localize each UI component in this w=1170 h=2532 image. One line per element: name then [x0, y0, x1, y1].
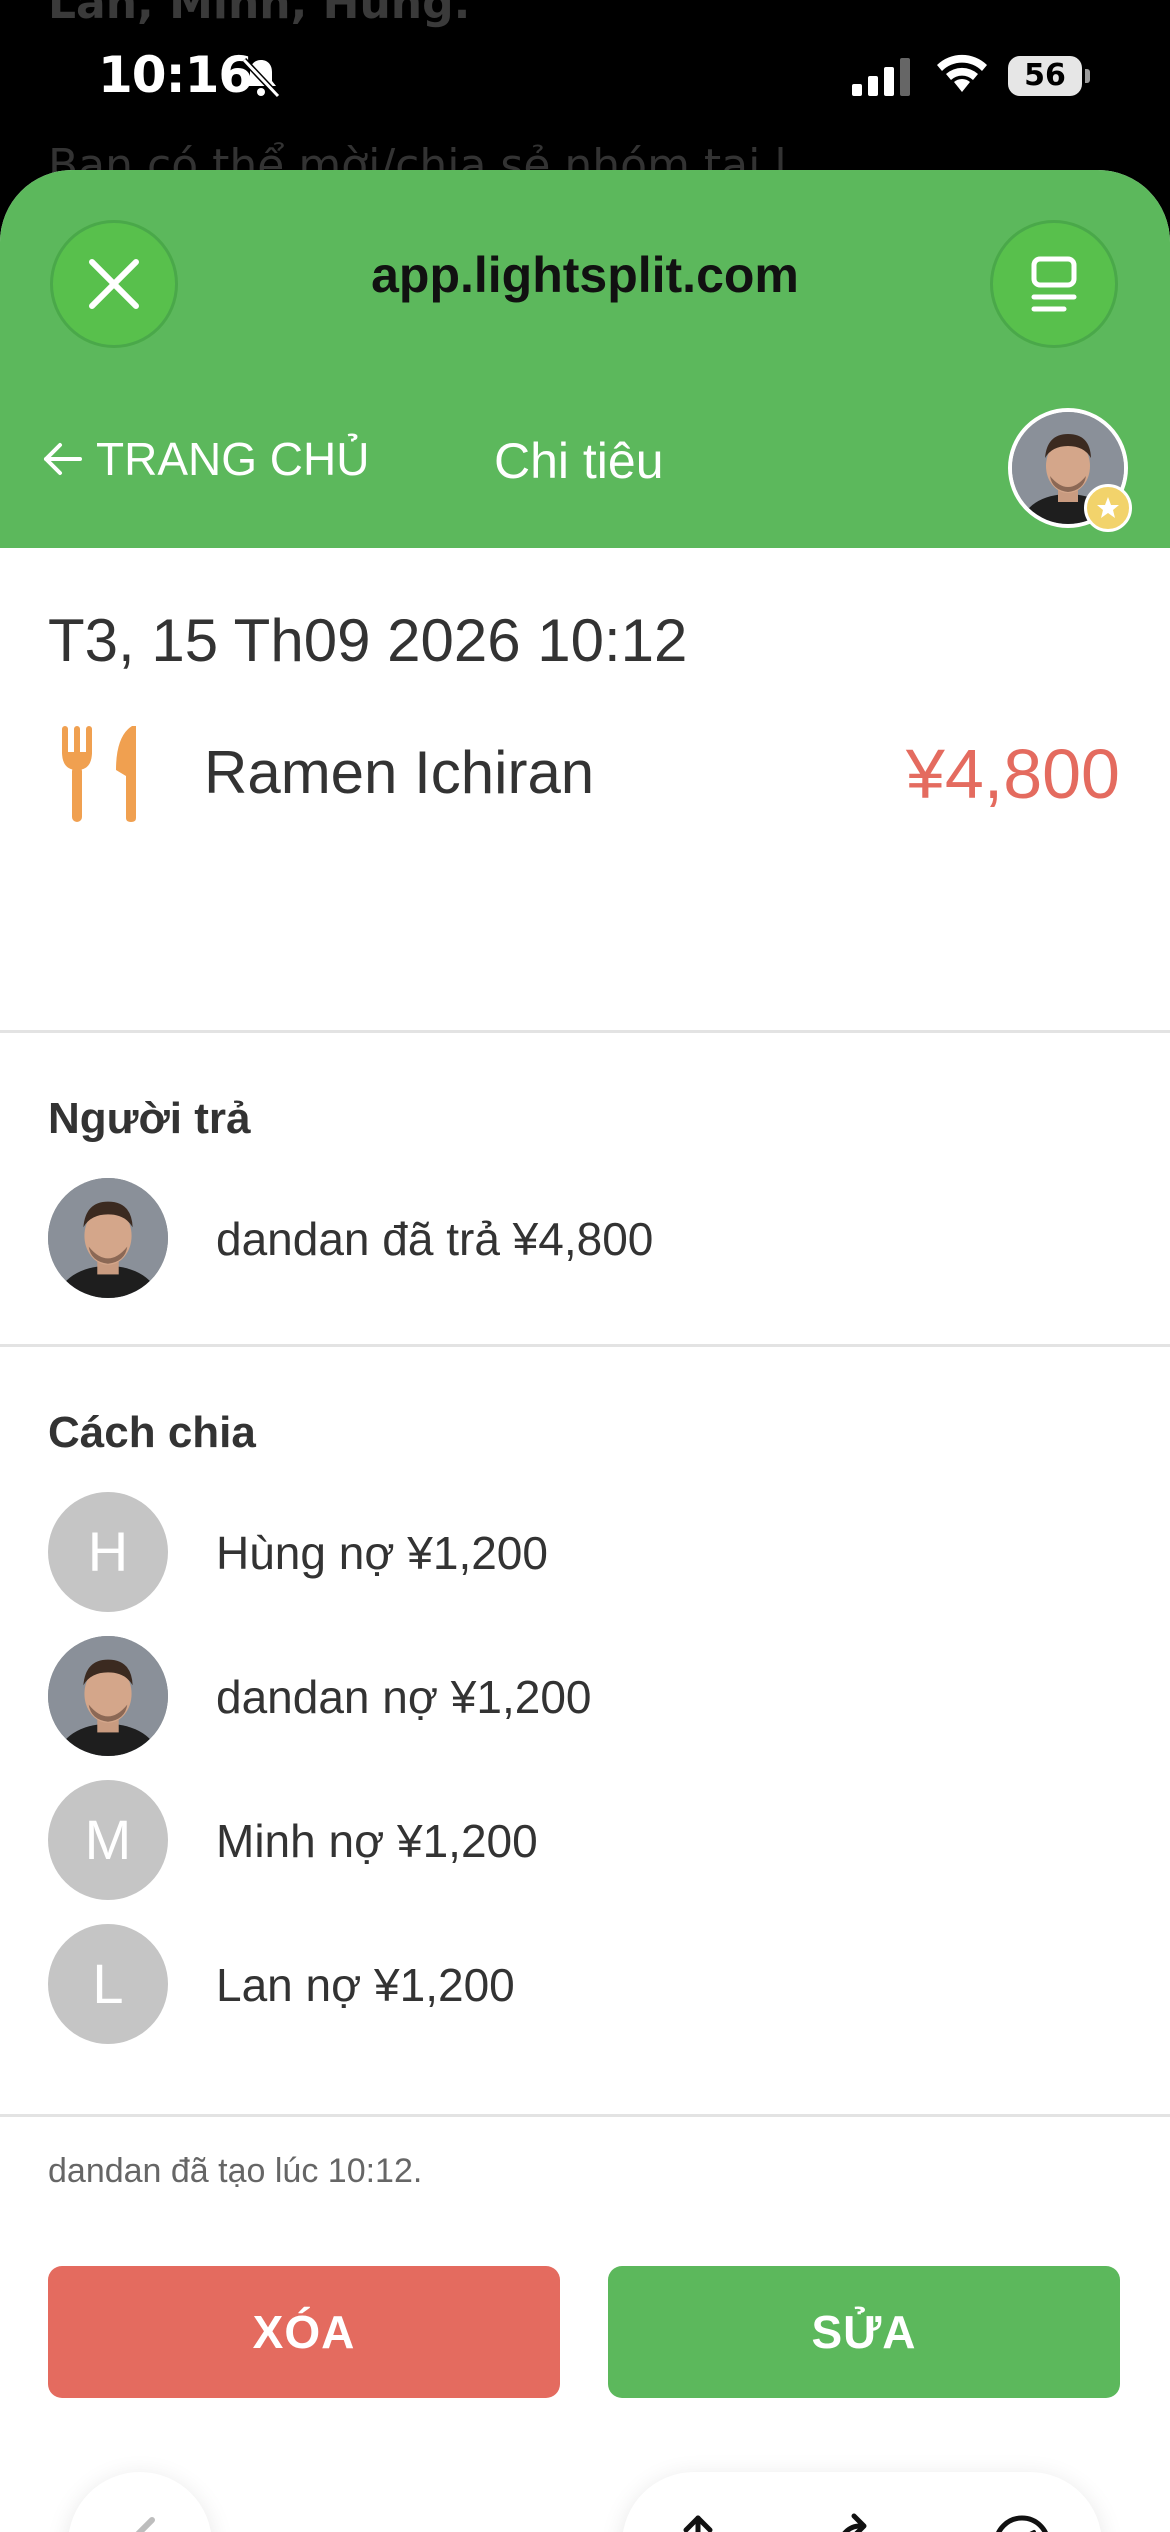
split-text: Hùng nợ ¥1,200: [216, 1527, 548, 1579]
edit-button[interactable]: SỬA: [608, 2266, 1120, 2398]
split-text: dandan nợ ¥1,200: [216, 1671, 592, 1723]
arrow-left-icon: [44, 443, 82, 475]
reload-icon[interactable]: [828, 2512, 892, 2532]
split-text: Lan nợ ¥1,200: [216, 1959, 515, 2011]
payer-section-title: Người trả: [48, 1094, 251, 1143]
expense-date: T3, 15 Th09 2026 10:12: [48, 607, 688, 674]
cell-signal-icon: [852, 58, 910, 96]
avatar: H: [48, 1492, 168, 1612]
battery-level: 56: [1008, 56, 1082, 96]
fork-knife-icon: [62, 726, 136, 822]
delete-button[interactable]: XÓA: [48, 2266, 560, 2398]
compass-icon[interactable]: [990, 2512, 1054, 2532]
battery-indicator: 56: [1008, 56, 1092, 96]
avatar: L: [48, 1924, 168, 2044]
status-bar: Lan, Minh, Hùng. Bạn có thể mời/chia sẻ …: [0, 0, 1170, 191]
split-row: H Hùng nợ ¥1,200: [48, 1492, 1118, 1612]
divider: [0, 1030, 1170, 1033]
bell-muted-icon: [241, 57, 281, 99]
app-header: app.lightsplit.com TRANG CHỦ Chi tiêu: [0, 170, 1170, 548]
avatar: [48, 1636, 168, 1756]
payer-text: dandan đã trả ¥4,800: [216, 1213, 654, 1265]
avatar: [48, 1178, 168, 1298]
back-to-home-link[interactable]: TRANG CHỦ: [42, 432, 369, 486]
wifi-icon: [937, 54, 987, 92]
divider: [0, 2114, 1170, 2117]
split-row: L Lan nợ ¥1,200: [48, 1924, 1118, 2044]
page-title: Chi tiêu: [494, 433, 664, 489]
split-section-title: Cách chia: [48, 1408, 256, 1457]
share-icon[interactable]: [666, 2512, 730, 2532]
created-info: dandan đã tạo lúc 10:12.: [48, 2152, 423, 2190]
expense-amount: ¥4,800: [905, 735, 1120, 813]
divider: [0, 1344, 1170, 1347]
payer-row: dandan đã trả ¥4,800: [48, 1178, 1118, 1298]
browser-actions: [622, 2472, 1102, 2532]
split-text: Minh nợ ¥1,200: [216, 1815, 538, 1867]
expense-name: Ramen Ichiran: [204, 739, 595, 806]
back-label: TRANG CHỦ: [96, 433, 370, 485]
chevron-left-icon: [135, 2517, 155, 2532]
background-text: Lan, Minh, Hùng.: [48, 0, 471, 29]
page-menu-button[interactable]: [990, 220, 1118, 348]
star-badge-icon: [1084, 484, 1132, 532]
web-sheet: app.lightsplit.com TRANG CHỦ Chi tiêu T3…: [0, 170, 1170, 2532]
status-time: 10:16: [98, 46, 253, 104]
avatar: M: [48, 1780, 168, 1900]
browser-back-button[interactable]: [68, 2472, 212, 2532]
split-row: M Minh nợ ¥1,200: [48, 1780, 1118, 1900]
reader-icon: [1031, 256, 1077, 312]
browser-toolbar: [0, 2440, 1170, 2532]
split-row: dandan nợ ¥1,200: [48, 1636, 1118, 1756]
